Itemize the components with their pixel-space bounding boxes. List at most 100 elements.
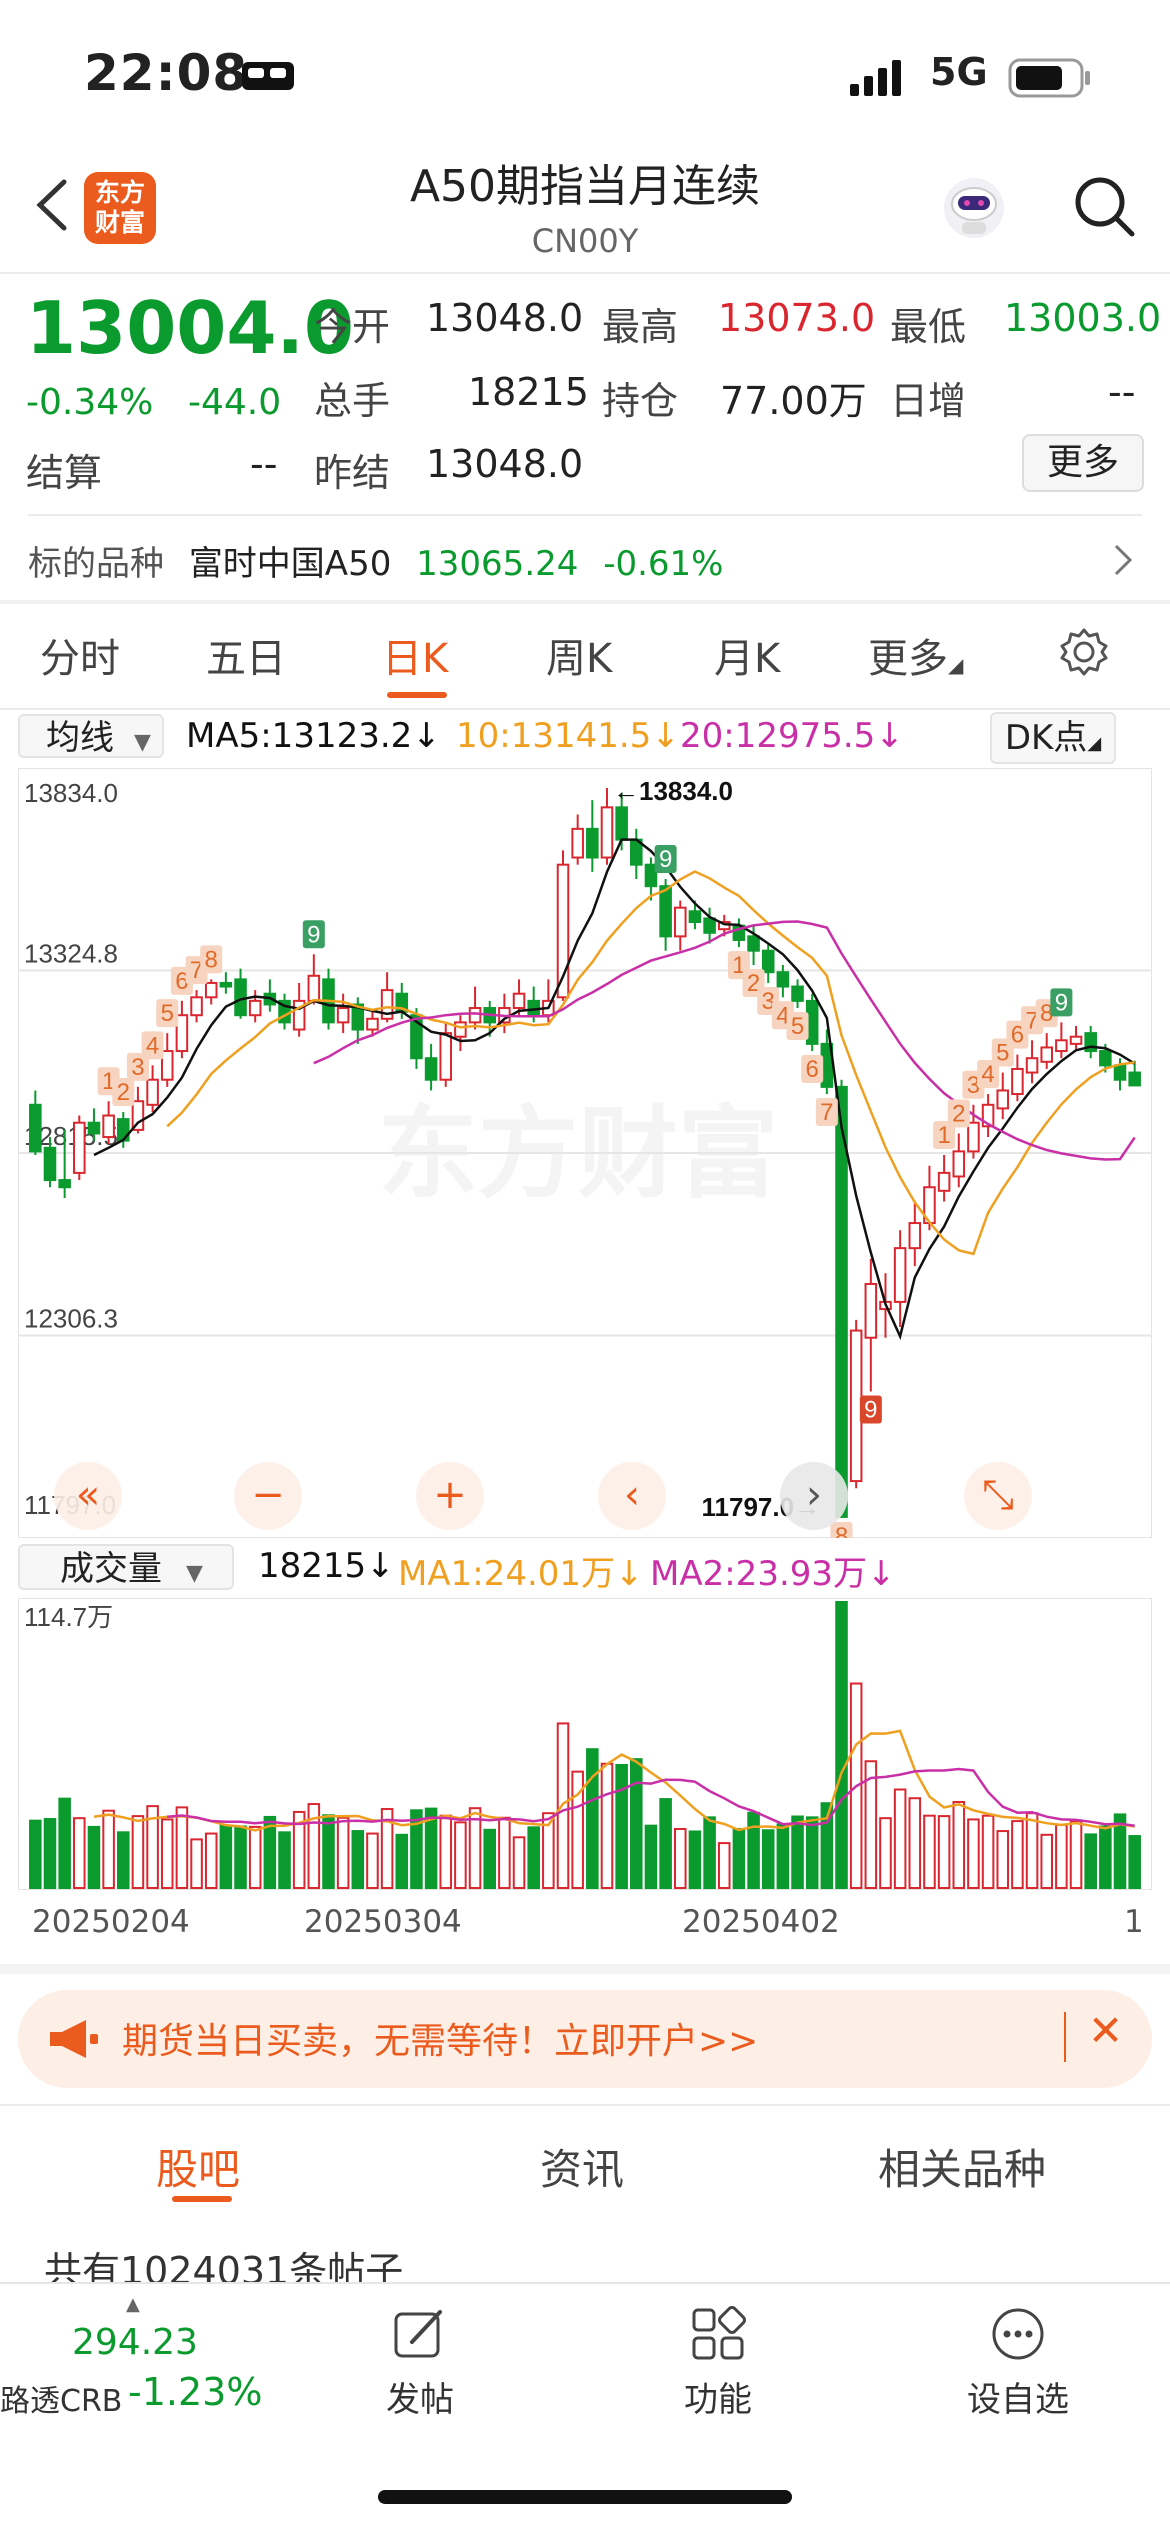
close-icon[interactable]: ✕ [1088,2006,1123,2055]
change-percent: -0.34% [26,382,154,423]
tab-daily-k[interactable]: 日K [382,626,448,684]
nav-function-label[interactable]: 功能 [638,2372,798,2421]
volume-current: 18215↓ [258,1546,395,1586]
scroll-right-icon[interactable]: › [780,1462,848,1530]
candle-body [454,1021,467,1038]
volume-bar [952,1800,966,1889]
volume-select[interactable]: 成交量 ▼ [18,1544,234,1590]
volume-bar [923,1814,936,1889]
tab-intraday[interactable]: 分时 [40,626,120,684]
tab-monthly-k[interactable]: 月K [714,626,780,684]
volume-value: 18215 [468,370,589,414]
volume-bar [761,1829,775,1890]
candle-body [937,1171,951,1192]
underlying-row[interactable]: 标的品种 富时中国A50 13065.24 -0.61% [28,536,723,585]
candle-body [366,1017,379,1031]
crb-price: 294.23 [72,2322,198,2363]
edit-post-icon[interactable] [392,2306,448,2362]
home-indicator [378,2490,792,2504]
candle-body [248,999,262,1017]
sequence-label: 8 [835,1523,848,1538]
candle-body [615,806,628,841]
scroll-right-icon-glyph: › [806,1472,822,1518]
expand-icon[interactable]: ⤡ [964,1462,1032,1530]
promo-banner[interactable]: 期货当日买卖，无需等待！立即开户>> ✕ [18,1990,1152,2088]
divider [0,708,1170,710]
candle-body [307,974,321,1002]
volume-bar [498,1816,511,1889]
prev-settlement-label: 昨结 [314,451,391,495]
megaphone-icon [50,2020,98,2058]
volume-bar [278,1831,291,1889]
volume-bar [717,1842,731,1889]
volume-bar [776,1823,790,1889]
promo-text: 期货当日买卖，无需等待！立即开户>> [122,2021,759,2062]
candle-body [673,906,687,938]
volume-bar [791,1815,804,1889]
ma-select[interactable]: 均线 ▼ [18,714,164,758]
volume-bar [43,1818,57,1889]
candle-body [204,981,218,999]
low-label: 最低 [890,305,967,349]
ai-assistant-robot-icon[interactable] [938,172,1010,244]
volume-bar [395,1833,409,1890]
underlying-label: 标的品种 [28,544,164,584]
volume-bar [512,1836,526,1889]
y-axis-label: 12306.3 [24,1304,118,1334]
more-circle-icon[interactable] [990,2306,1046,2362]
volume-bar [659,1798,672,1889]
tab-guba[interactable]: 股吧 [156,2136,240,2197]
volume-bar [336,1816,350,1889]
candle-body [967,1121,980,1153]
candle-body [468,1007,482,1024]
more-button[interactable]: 更多 [1022,434,1144,492]
nav-post-label[interactable]: 发帖 [340,2372,500,2421]
sequence-label: 5 [791,1013,804,1040]
sequence-label: 9 [1055,989,1068,1016]
dk-point-button[interactable]: DK点◢ [990,712,1116,764]
date-label: 1 [1124,1904,1144,1940]
candle-body [219,981,233,988]
candle-body [73,1121,86,1174]
volume-bar [234,1825,247,1890]
volume-bar [1011,1820,1024,1889]
search-icon[interactable] [1070,172,1140,242]
chevron-right-icon[interactable] [1110,540,1136,580]
volume-bar [1040,1833,1054,1890]
scroll-left-icon[interactable]: ‹ [598,1462,666,1530]
candle-body [864,1282,878,1339]
tab-news[interactable]: 资讯 [540,2136,624,2197]
kline-chart[interactable]: 东方财富13834.013324.812815.512306.311797.0←… [18,768,1152,1538]
candle-body [835,1085,848,1518]
sequence-label: 8 [205,946,218,973]
open-interest-label: 持仓 [602,379,679,423]
gear-icon[interactable] [1058,626,1110,678]
sequence-label: 7 [820,1099,833,1126]
zoom-in-icon[interactable]: + [416,1462,484,1530]
nav-watchlist-label[interactable]: 设自选 [938,2372,1098,2421]
volume-bar [981,1814,995,1889]
volume-bar [527,1826,540,1889]
zoom-out-icon[interactable]: − [234,1462,302,1530]
apps-grid-icon[interactable] [690,2306,746,2362]
scroll-left-fast-icon[interactable]: « [54,1462,122,1530]
open-value: 13048.0 [426,296,584,340]
crb-label: 路透CRB [0,2384,123,2419]
high-value: 13073.0 [718,296,876,340]
open-label: 今开 [314,305,391,349]
volume-bar [131,1815,145,1890]
zoom-in-icon-glyph: + [433,1472,467,1518]
candle-body [1128,1071,1141,1087]
tab-more[interactable]: 更多◢ [868,626,963,684]
back-chevron-icon[interactable] [24,170,84,240]
tab-related[interactable]: 相关品种 [878,2136,1046,2197]
date-label: 20250304 [304,1904,462,1940]
ma5-value: MA5:13123.2↓ [186,716,441,756]
tab-weekly-k[interactable]: 周K [546,626,612,684]
tab-five-day[interactable]: 五日 [206,626,286,684]
candle-body [1040,1046,1054,1063]
candle-body [102,1114,115,1139]
volume-bar [73,1817,86,1889]
candle-body [87,1121,101,1135]
candle-body [747,935,760,952]
